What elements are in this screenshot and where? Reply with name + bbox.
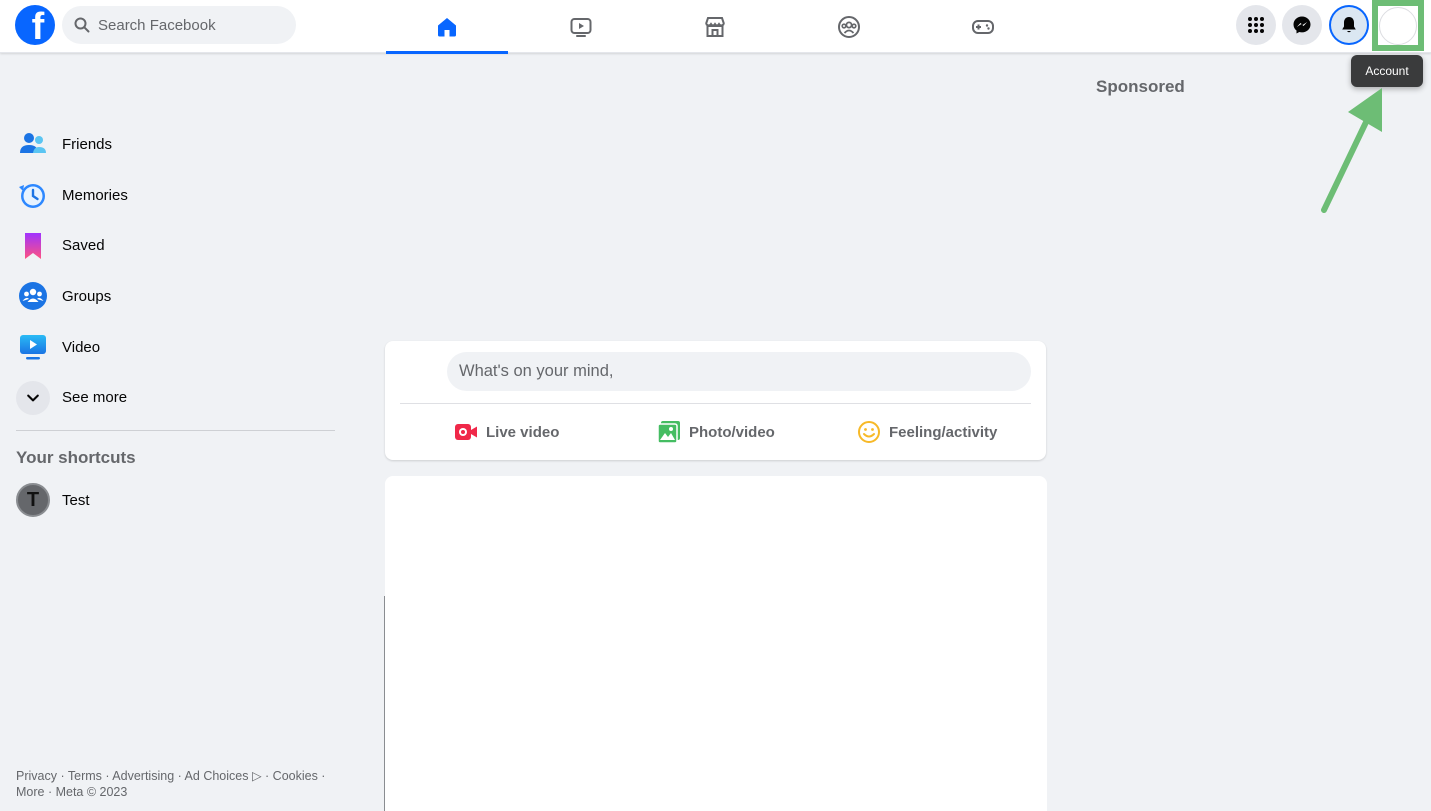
pointer-arrow-icon [1321, 88, 1382, 213]
account-avatar-button[interactable] [1379, 7, 1417, 45]
sidebar-item-see-more[interactable]: See more [8, 372, 338, 423]
feeling-activity-button[interactable]: Feeling/activity [857, 416, 997, 448]
bell-icon [1342, 17, 1356, 33]
menu-button[interactable] [1236, 5, 1276, 45]
top-bar: f [0, 0, 1431, 54]
groups-sidebar-icon [19, 282, 47, 311]
tab-groups[interactable] [788, 0, 910, 53]
sidebar-item-video[interactable]: Video [8, 322, 338, 373]
video-icon [20, 335, 46, 360]
memories-icon [19, 184, 45, 209]
feed-card-edge [384, 596, 385, 811]
live-video-icon [455, 424, 477, 440]
composer-input[interactable] [447, 352, 1031, 391]
shortcut-avatar: T [16, 483, 50, 517]
sidebar-item-groups[interactable]: Groups [8, 271, 338, 322]
sidebar-divider [16, 430, 335, 431]
marketplace-icon [705, 16, 725, 37]
shortcuts-title: Your shortcuts [16, 448, 136, 467]
tab-gaming[interactable] [922, 0, 1044, 53]
composer-divider [400, 403, 1031, 404]
saved-icon [25, 232, 41, 259]
gaming-icon [972, 19, 994, 34]
sidebar-item-saved[interactable]: Saved [8, 220, 338, 271]
grid-menu-icon [1248, 17, 1264, 33]
sponsored-title: Sponsored [1096, 77, 1185, 96]
footer-links[interactable]: Privacy · Terms · Advertising · Ad Choic… [16, 768, 346, 800]
shortcut-label: Test [62, 491, 90, 509]
sidebar-item-memories[interactable]: Memories [8, 170, 338, 221]
chevron-down-icon [27, 394, 39, 402]
sidebar-item-friends[interactable]: Friends [8, 119, 338, 170]
tab-watch[interactable] [520, 0, 642, 53]
shortcut-item-test[interactable]: T Test [16, 483, 90, 517]
home-icon [438, 17, 456, 36]
left-sidebar: Friends Memories Saved Groups Video See … [8, 119, 338, 423]
feed-post-card [385, 476, 1047, 811]
groups-icon [838, 15, 860, 38]
messenger-button[interactable] [1282, 5, 1322, 45]
notifications-button[interactable] [1329, 5, 1369, 45]
search-input[interactable] [98, 16, 278, 34]
tab-home[interactable] [386, 0, 508, 54]
friends-icon [20, 133, 46, 154]
live-video-button[interactable]: Live video [454, 416, 559, 448]
facebook-logo[interactable]: f [15, 5, 55, 45]
post-composer: Live video Photo/video Feeling/activity [385, 341, 1046, 460]
tab-marketplace[interactable] [654, 0, 776, 53]
messenger-icon [1293, 16, 1311, 34]
search-icon [74, 17, 90, 33]
account-tooltip: Account [1351, 55, 1423, 87]
watch-icon [570, 17, 592, 37]
photo-video-icon [657, 421, 680, 444]
feeling-icon [858, 421, 880, 443]
search-box[interactable] [62, 6, 296, 44]
photo-video-button[interactable]: Photo/video [657, 416, 775, 448]
